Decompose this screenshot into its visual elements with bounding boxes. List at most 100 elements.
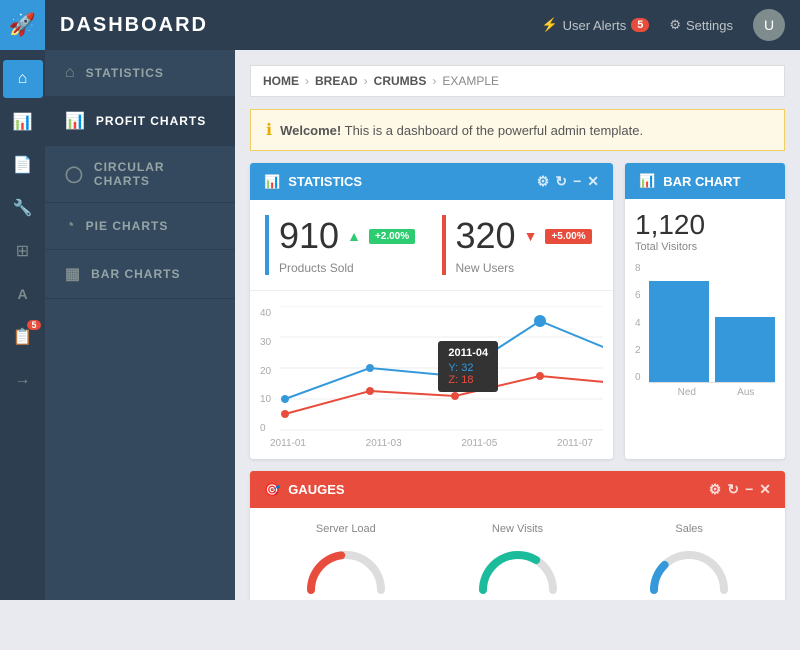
breadcrumb-example: EXAMPLE xyxy=(442,74,499,88)
stats-minimize-button[interactable] xyxy=(573,173,581,190)
welcome-alert: ℹ Welcome! This is a dashboard of the po… xyxy=(250,109,785,151)
bar-chart-panel: 📊 BAR CHART 1,120 Total Visitors 8 6 xyxy=(625,163,785,459)
line-chart-container: 40 30 20 10 0 xyxy=(260,306,603,436)
products-sold-label: Products Sold xyxy=(279,261,422,275)
bar-aus xyxy=(715,317,775,382)
info-icon: ℹ xyxy=(266,120,272,140)
logo-area: 🚀 xyxy=(0,0,45,50)
breadcrumb-sep-2: › xyxy=(364,74,368,88)
profit-charts-icon: 📊 xyxy=(65,111,86,131)
products-sold-badge: +2.00% xyxy=(369,229,415,244)
icon-nav-tools[interactable]: 🔧 xyxy=(3,189,43,227)
icon-nav-logout[interactable]: → xyxy=(3,361,43,399)
breadcrumb-home[interactable]: HOME xyxy=(263,74,299,88)
gauges-panel-actions xyxy=(709,481,771,498)
tooltip-z: Z: 18 xyxy=(448,374,488,386)
bar-ned xyxy=(649,281,709,382)
sidebar: ⌂ STATISTICS 📊 PROFIT CHARTS ◯ CIRCULAR … xyxy=(45,50,235,600)
content-row-1: 📊 STATISTICS 910 ▲ xyxy=(250,163,785,459)
sidebar-item-bar-charts[interactable]: ▦ BAR CHARTS xyxy=(45,250,235,299)
icon-nav-text[interactable]: A xyxy=(3,275,43,313)
stats-panel-icon: 📊 xyxy=(264,174,280,190)
gauge-server-load: Server Load 46 xyxy=(265,523,427,600)
new-users-label: New Users xyxy=(456,261,599,275)
bar-chart-bars xyxy=(649,263,775,383)
main-layout: ⌂ 📊 📄 🔧 ⊞ A 📋 5 → ⌂ STATISTICS 📊 PROFIT … xyxy=(0,50,800,600)
sidebar-item-statistics[interactable]: ⌂ STATISTICS xyxy=(45,50,235,97)
new-visits-label: New Visits xyxy=(492,523,543,535)
settings-icon: ⚙ xyxy=(669,17,681,33)
server-load-label: Server Load xyxy=(316,523,376,535)
gauge-sales: Sales 25 xyxy=(608,523,770,600)
app-title: DASHBOARD xyxy=(60,14,541,37)
sidebar-item-pie-charts[interactable]: ◔ PIE CHARTS xyxy=(45,203,235,250)
gauges-close-button[interactable] xyxy=(759,481,771,498)
gauges-body: Server Load 46 New Visits xyxy=(250,508,785,600)
chart-tooltip: 2011-04 Y: 32 Z: 18 xyxy=(438,341,498,392)
new-users-value: 320 xyxy=(456,215,516,257)
products-sold-arrow: ▲ xyxy=(347,228,361,244)
icon-nav-home[interactable]: ⌂ xyxy=(3,60,43,98)
statistics-panel-header: 📊 STATISTICS xyxy=(250,163,613,200)
bar-chart-bars-container: 8 6 4 2 0 xyxy=(635,263,775,383)
bar-chart-stat: 1,120 Total Visitors xyxy=(635,209,775,253)
settings-button[interactable]: ⚙ Settings xyxy=(669,17,733,33)
breadcrumb-sep-3: › xyxy=(432,74,436,88)
gauge-new-visits: New Visits 67 xyxy=(437,523,599,600)
chart-x-labels: 2011-01 2011-03 2011-05 2011-07 xyxy=(260,436,603,449)
gauges-minimize-button[interactable] xyxy=(745,481,753,498)
breadcrumb-bread[interactable]: BREAD xyxy=(315,74,358,88)
new-users-badge: +5.00% xyxy=(545,229,591,244)
stats-header-left: 📊 STATISTICS xyxy=(264,174,362,190)
stat-new-users: 320 ▼ +5.00% New Users xyxy=(442,215,599,275)
icon-nav-charts[interactable]: 📊 xyxy=(3,103,43,141)
bar-chart-label: Total Visitors xyxy=(635,241,775,253)
stats-panel-actions xyxy=(537,173,599,190)
circular-charts-icon: ◯ xyxy=(65,164,84,184)
nav-actions: ⚡ User Alerts 5 ⚙ Settings U xyxy=(541,9,785,41)
sales-gauge-svg xyxy=(644,540,734,595)
top-navigation: 🚀 DASHBOARD ⚡ User Alerts 5 ⚙ Settings U xyxy=(0,0,800,50)
content-row-2: 🎯 GAUGES Server Load xyxy=(250,471,785,600)
stat-products-sold: 910 ▲ +2.00% Products Sold xyxy=(265,215,422,275)
statistics-icon: ⌂ xyxy=(65,64,76,82)
icon-nav-grid[interactable]: ⊞ xyxy=(3,232,43,270)
gauges-panel: 🎯 GAUGES Server Load xyxy=(250,471,785,600)
tooltip-y: Y: 32 xyxy=(448,362,488,374)
gauges-header-left: 🎯 GAUGES xyxy=(264,482,345,498)
bar-charts-icon: ▦ xyxy=(65,264,81,284)
stats-close-button[interactable] xyxy=(587,173,599,190)
logo-icon: 🚀 xyxy=(9,12,36,38)
tooltip-date: 2011-04 xyxy=(448,347,488,359)
bar-chart-body: 1,120 Total Visitors 8 6 4 2 0 xyxy=(625,199,785,408)
bolt-icon: ⚡ xyxy=(541,17,557,33)
main-content: HOME › BREAD › CRUMBS › EXAMPLE ℹ Welcom… xyxy=(235,50,800,600)
sidebar-item-profit-charts[interactable]: 📊 PROFIT CHARTS xyxy=(45,97,235,146)
user-alerts-button[interactable]: ⚡ User Alerts 5 xyxy=(541,17,649,33)
products-sold-value: 910 xyxy=(279,215,339,257)
bar-chart-icon: 📊 xyxy=(639,173,655,189)
pie-charts-icon: ◔ xyxy=(65,217,76,235)
icon-nav-clipboard[interactable]: 📋 5 xyxy=(3,318,43,356)
sidebar-item-circular-charts[interactable]: ◯ CIRCULAR CHARTS xyxy=(45,146,235,203)
sales-label: Sales xyxy=(675,523,703,535)
new-users-arrow: ▼ xyxy=(524,228,538,244)
gauges-refresh-button[interactable] xyxy=(727,481,739,498)
icon-navigation: ⌂ 📊 📄 🔧 ⊞ A 📋 5 → xyxy=(0,50,45,600)
gauges-gear-button[interactable] xyxy=(709,481,722,498)
bar-chart-panel-header: 📊 BAR CHART xyxy=(625,163,785,199)
stats-metrics: 910 ▲ +2.00% Products Sold 320 ▼ +5.00% … xyxy=(250,200,613,291)
stats-refresh-button[interactable] xyxy=(555,173,567,190)
clipboard-badge: 5 xyxy=(27,320,40,330)
welcome-text: Welcome! This is a dashboard of the powe… xyxy=(280,123,643,138)
gauges-panel-header: 🎯 GAUGES xyxy=(250,471,785,508)
breadcrumb-sep-1: › xyxy=(305,74,309,88)
icon-nav-documents[interactable]: 📄 xyxy=(3,146,43,184)
stats-gear-button[interactable] xyxy=(537,173,550,190)
user-avatar[interactable]: U xyxy=(753,9,785,41)
alert-count-badge: 5 xyxy=(631,18,649,32)
bar-y-labels: 8 6 4 2 0 xyxy=(635,263,641,383)
server-load-gauge-svg xyxy=(301,540,391,595)
bar-chart-big-number: 1,120 xyxy=(635,209,775,241)
breadcrumb-crumbs[interactable]: CRUMBS xyxy=(374,74,427,88)
